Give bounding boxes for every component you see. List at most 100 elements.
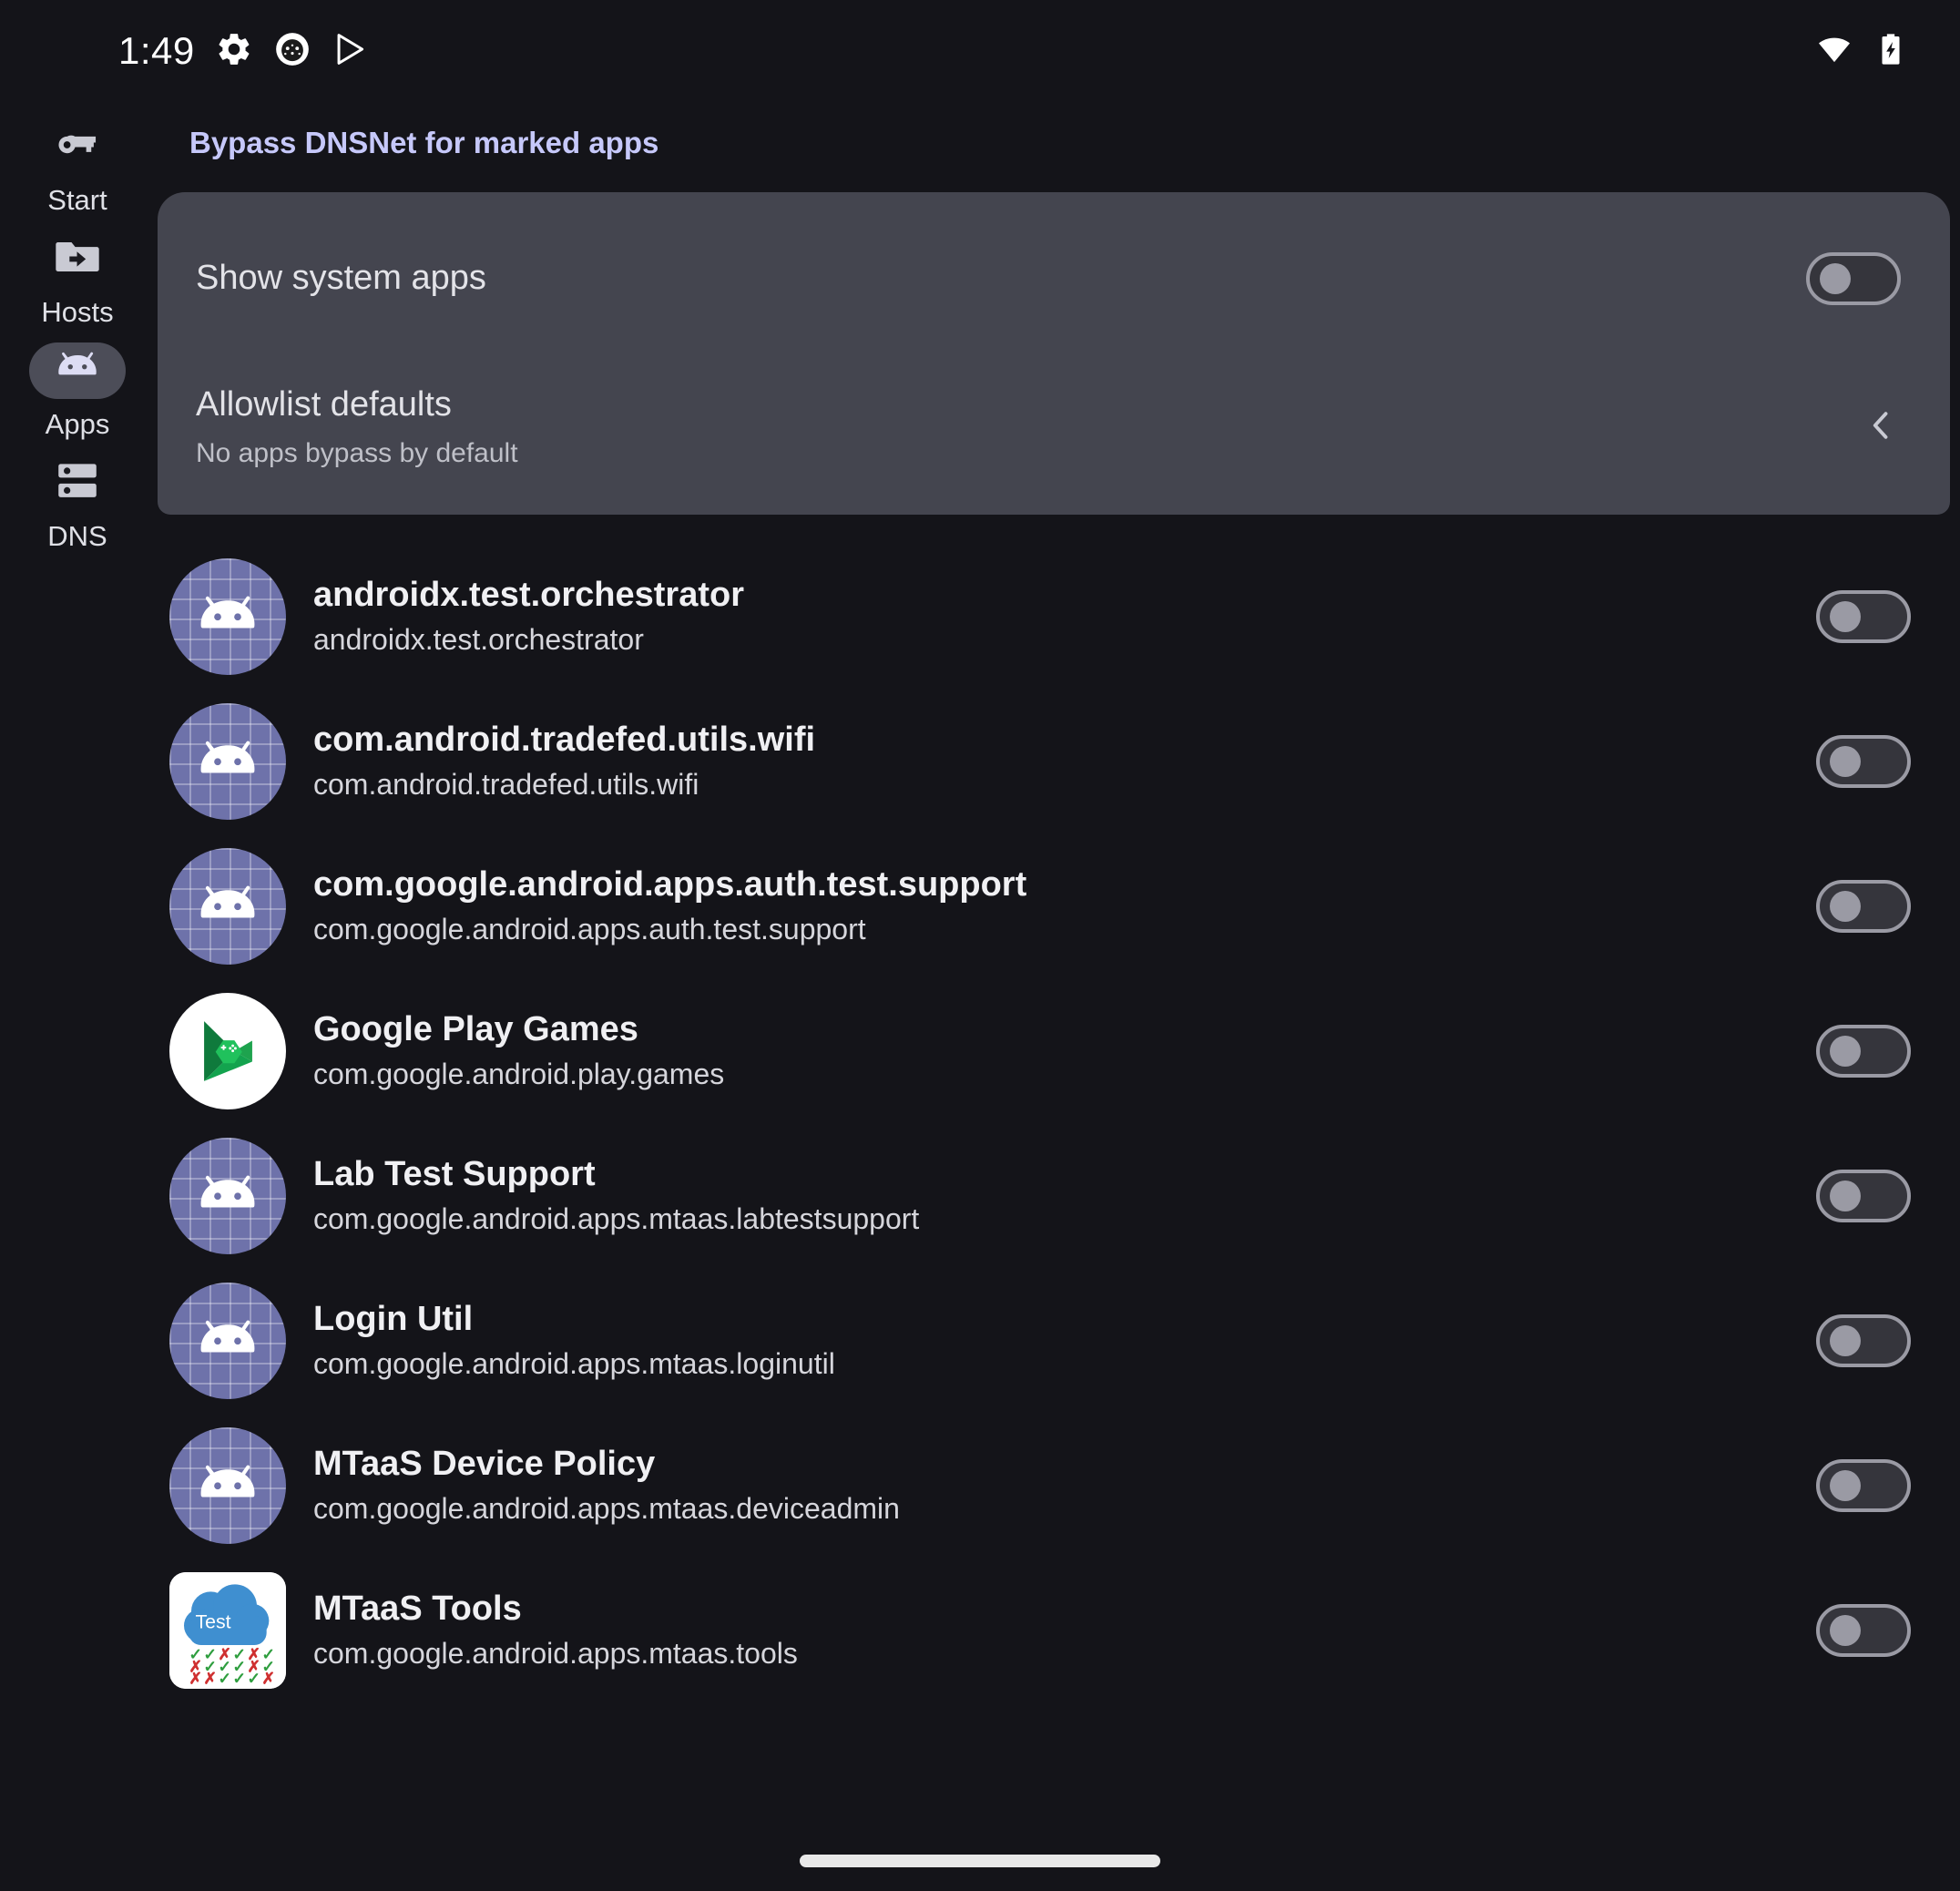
list-item-text: MTaaS Device Policy com.google.android.a… (313, 1445, 1816, 1525)
svg-text:✓: ✓ (218, 1669, 231, 1687)
sidebar-item-hosts[interactable]: Hosts (8, 230, 147, 326)
sidebar-item-start-label: Start (47, 184, 107, 216)
sidebar-item-hosts-label: Hosts (41, 296, 114, 328)
gesture-navigation-bar[interactable] (800, 1855, 1160, 1867)
app-name: Login Util (313, 1300, 474, 1339)
folder-arrow-icon (51, 230, 104, 288)
sidebar-item-apps-pill (29, 342, 126, 399)
app-package: com.android.tradefed.utils.wifi (313, 767, 699, 801)
toggle-knob (1830, 1324, 1861, 1356)
toggle-knob (1830, 1469, 1861, 1501)
app-bypass-toggle[interactable] (1816, 1169, 1911, 1222)
list-item[interactable]: Google Play Games com.google.android.pla… (155, 978, 1960, 1123)
list-item[interactable]: Lab Test Support com.google.android.apps… (155, 1123, 1960, 1268)
svg-text:Test: Test (195, 1610, 230, 1632)
show-system-apps-text: Show system apps (196, 259, 1806, 299)
android-grid-icon (169, 1426, 286, 1544)
app-bypass-toggle[interactable] (1816, 734, 1911, 788)
play-store-icon (332, 30, 370, 73)
toggle-knob (1820, 263, 1851, 294)
allowlist-defaults-row[interactable]: Allowlist defaults No apps bypass by def… (158, 351, 1950, 504)
list-item-text: MTaaS Tools com.google.android.apps.mtaa… (313, 1589, 1816, 1670)
status-bar: 1:49 (0, 0, 1960, 102)
app-bypass-toggle[interactable] (1816, 1024, 1911, 1078)
list-item-text: com.google.android.apps.auth.test.suppor… (313, 865, 1816, 946)
sidebar-item-start-pill (29, 118, 126, 175)
settings-card: Show system apps Allowlist defaults No a… (158, 192, 1950, 515)
android-grid-icon (169, 1282, 286, 1399)
android-grid-icon (169, 847, 286, 965)
app-bypass-toggle[interactable] (1816, 1313, 1911, 1367)
key-icon (51, 118, 104, 176)
app-name: androidx.test.orchestrator (313, 576, 744, 615)
app-list[interactable]: androidx.test.orchestrator androidx.test… (155, 544, 1960, 1702)
android-grid-icon (169, 702, 286, 820)
list-item-text: Google Play Games com.google.android.pla… (313, 1010, 1816, 1090)
app-package: com.google.android.apps.auth.test.suppor… (313, 912, 866, 946)
app-name: com.android.tradefed.utils.wifi (313, 721, 816, 760)
app-name: Lab Test Support (313, 1155, 596, 1194)
allowlist-defaults-subtitle: No apps bypass by default (196, 437, 518, 468)
app-name: MTaaS Device Policy (313, 1445, 656, 1484)
list-item-text: Lab Test Support com.google.android.apps… (313, 1155, 1816, 1235)
app-package: com.google.android.apps.mtaas.tools (313, 1636, 798, 1670)
svg-text:✗: ✗ (189, 1669, 202, 1687)
app-name: com.google.android.apps.auth.test.suppor… (313, 865, 1027, 905)
show-system-apps-label: Show system apps (196, 259, 486, 298)
chevron-left-icon[interactable] (1861, 405, 1901, 450)
android-grid-icon (169, 557, 286, 675)
sidebar-item-dns[interactable]: DNS (8, 455, 147, 550)
sidebar-item-hosts-pill (29, 230, 126, 287)
sidebar-item-apps[interactable]: Apps (8, 342, 147, 438)
app-badge-icon (273, 30, 311, 73)
app-bypass-toggle[interactable] (1816, 1603, 1911, 1657)
main-content: Bypass DNSNet for marked apps Show syste… (155, 102, 1960, 1891)
show-system-apps-toggle[interactable] (1806, 252, 1901, 305)
android-grid-icon (169, 1137, 286, 1254)
list-item-text: Login Util com.google.android.apps.mtaas… (313, 1300, 1816, 1380)
app-bypass-toggle[interactable] (1816, 1458, 1911, 1512)
play-games-icon (169, 992, 286, 1109)
status-bar-clock: 1:49 (118, 29, 195, 72)
toggle-knob (1830, 1035, 1861, 1067)
app-package: com.google.android.apps.mtaas.labtestsup… (313, 1201, 920, 1235)
svg-text:✗: ✗ (261, 1669, 275, 1687)
app-name: Google Play Games (313, 1010, 638, 1049)
list-item[interactable]: androidx.test.orchestrator androidx.test… (155, 544, 1960, 689)
app-package: androidx.test.orchestrator (313, 622, 644, 656)
mtaas-tools-icon: Test ✓ ✓ ✗ ✓ ✗ ✓ ✗ ✓ ✓ ✓ ✗ ✓ ✗ ✗ ✓ ✓ ✓ ✗ (169, 1571, 286, 1689)
list-item[interactable]: MTaaS Device Policy com.google.android.a… (155, 1413, 1960, 1558)
server-icon (51, 455, 104, 512)
sidebar-item-start[interactable]: Start (8, 118, 147, 214)
sidebar-item-dns-label: DNS (47, 520, 107, 552)
status-bar-left: 1:49 (118, 30, 370, 73)
list-item-text: androidx.test.orchestrator androidx.test… (313, 576, 1816, 656)
toggle-knob (1830, 1614, 1861, 1646)
list-item[interactable]: Test ✓ ✓ ✗ ✓ ✗ ✓ ✗ ✓ ✓ ✓ ✗ ✓ ✗ ✗ ✓ ✓ ✓ ✗… (155, 1558, 1960, 1702)
allowlist-defaults-text: Allowlist defaults No apps bypass by def… (196, 385, 1861, 469)
gear-icon (215, 30, 253, 73)
list-item[interactable]: Login Util com.google.android.apps.mtaas… (155, 1268, 1960, 1413)
toggle-knob (1830, 1180, 1861, 1211)
app-name: MTaaS Tools (313, 1589, 522, 1629)
status-bar-right (1816, 31, 1909, 72)
show-system-apps-row[interactable]: Show system apps (158, 192, 1950, 351)
android-head-icon (49, 341, 106, 402)
app-bypass-toggle[interactable] (1816, 589, 1911, 643)
toggle-knob (1830, 600, 1861, 632)
app-package: com.google.android.apps.mtaas.loginutil (313, 1346, 835, 1380)
app-bypass-toggle[interactable] (1816, 879, 1911, 933)
svg-text:✓: ✓ (232, 1669, 246, 1687)
svg-text:✓: ✓ (247, 1669, 260, 1687)
list-item[interactable]: com.android.tradefed.utils.wifi com.andr… (155, 689, 1960, 833)
allowlist-defaults-label: Allowlist defaults (196, 384, 452, 424)
toggle-knob (1830, 890, 1861, 922)
app-package: com.google.android.apps.mtaas.deviceadmi… (313, 1491, 900, 1525)
sidebar-item-dns-pill (29, 455, 126, 511)
list-item-text: com.android.tradefed.utils.wifi com.andr… (313, 721, 1816, 801)
page-title: Bypass DNSNet for marked apps (189, 126, 659, 159)
battery-charging-icon (1873, 31, 1909, 72)
navigation-rail: Start Hosts Apps DNS (0, 102, 155, 1891)
sidebar-item-apps-label: Apps (45, 408, 110, 440)
list-item[interactable]: com.google.android.apps.auth.test.suppor… (155, 833, 1960, 978)
